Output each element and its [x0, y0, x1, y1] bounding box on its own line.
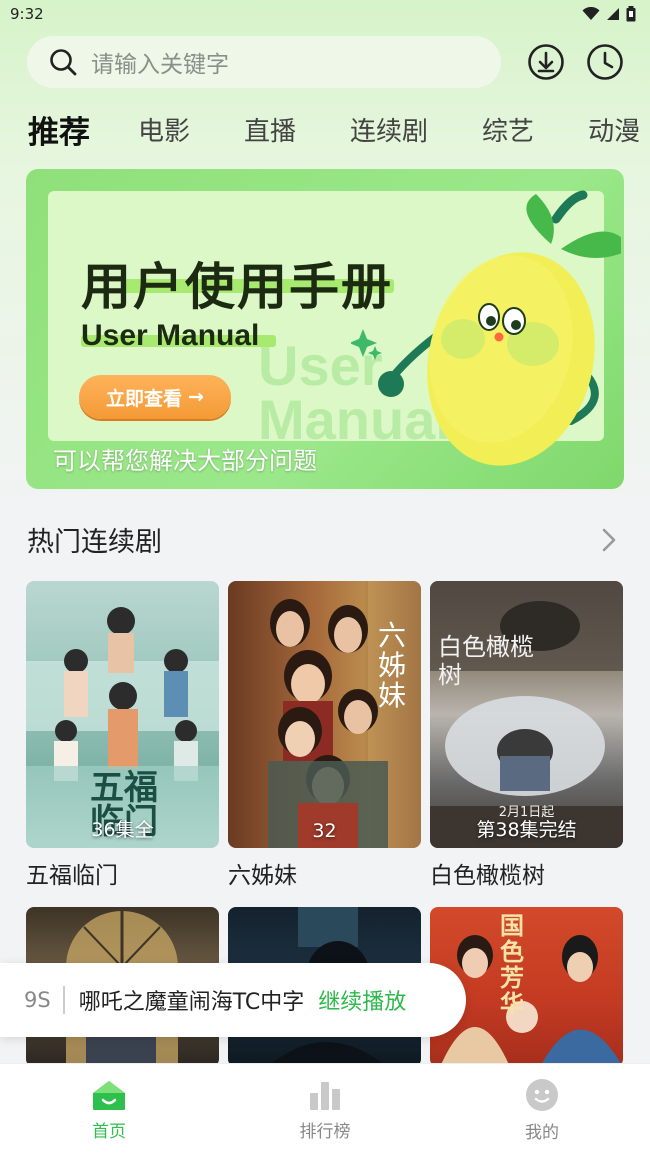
tab-recommend[interactable]: 推荐 [28, 107, 90, 152]
promo-banner[interactable]: User Manual 用户使用手册 User Manual 立即查看 → 可以… [26, 169, 624, 489]
clock-icon [587, 44, 623, 80]
download-button[interactable] [526, 42, 566, 82]
show-poster: 六姊妹 32 [228, 581, 421, 848]
view-now-label: 立即查看 [106, 387, 183, 410]
show-title: 五福临门 [26, 863, 118, 889]
episode-badge: 第38集完结 [476, 819, 577, 841]
divider [62, 986, 65, 1014]
category-tabs: 推荐 电影 直播 连续剧 综艺 动漫 [28, 104, 650, 154]
poster-title-art: 白色橄榄树 [438, 633, 534, 689]
nav-home-label: 首页 [92, 1121, 126, 1142]
bottom-nav: 首页 排行榜 我的 [0, 1063, 650, 1155]
status-icons [582, 6, 636, 22]
profile-icon [526, 1078, 558, 1111]
banner-caption: 可以帮您解决大部分问题 [53, 447, 317, 475]
status-bar: 9:32 [0, 0, 650, 28]
episode-badge: 32 [312, 820, 337, 842]
nav-ranking[interactable]: 排行榜 [265, 1064, 385, 1155]
continue-title: 哪吒之魔童闹海TC中字 [78, 990, 305, 1015]
show-title: 六姊妹 [228, 863, 297, 889]
poster-title-art: 国色芳华 [500, 911, 524, 1018]
show-title: 白色橄榄树 [430, 863, 545, 889]
wifi-icon [582, 7, 600, 20]
tab-anime[interactable]: 动漫 [588, 111, 640, 148]
download-icon [528, 44, 564, 80]
poster-title-art: 六姊妹 [378, 619, 407, 712]
status-time: 9:32 [10, 5, 44, 23]
banner-title: 用户使用手册 [81, 258, 393, 316]
nav-ranking-label: 排行榜 [299, 1121, 351, 1142]
section-more-button[interactable] [598, 526, 622, 558]
episode-badge: 36集全 [91, 819, 154, 841]
chevron-right-icon [602, 528, 616, 552]
show-poster: 白色橄榄树 2月1日起 第38集完结 [430, 581, 623, 848]
history-button[interactable] [585, 42, 625, 82]
banner-subtitle: User Manual [81, 319, 260, 352]
show-card[interactable]: 白色橄榄树 2月1日起 第38集完结 白色橄榄树 [430, 581, 623, 890]
lemon-mascot-icon [351, 190, 621, 466]
view-now-button[interactable]: 立即查看 → [79, 375, 231, 419]
continue-watching-bar[interactable]: 9S 哪吒之魔童闹海TC中字 继续播放 [0, 963, 466, 1037]
nav-profile[interactable]: 我的 [482, 1064, 602, 1155]
nav-profile-label: 我的 [525, 1122, 559, 1143]
nav-home[interactable]: 首页 [49, 1064, 169, 1155]
search-icon [50, 49, 77, 76]
tab-live[interactable]: 直播 [244, 111, 296, 148]
tab-movies[interactable]: 电影 [138, 111, 190, 148]
show-card[interactable]: 五福临门 36集全 五福临门 [26, 581, 219, 890]
home-icon [93, 1080, 125, 1110]
continue-prefix: 9S [24, 988, 51, 1012]
continue-play-button[interactable]: 继续播放 [318, 984, 406, 1016]
show-card[interactable]: 六姊妹 32 六姊妹 [228, 581, 421, 890]
chart-icon [310, 1081, 340, 1110]
search-input[interactable]: 请输入关键字 [27, 36, 501, 88]
battery-icon [626, 6, 636, 22]
tab-series[interactable]: 连续剧 [350, 111, 428, 148]
show-poster: 五福临门 36集全 [26, 581, 219, 848]
section-title: 热门连续剧 [27, 527, 162, 558]
tab-variety[interactable]: 综艺 [482, 111, 534, 148]
arrow-right-icon: → [188, 386, 204, 408]
search-placeholder: 请输入关键字 [91, 52, 229, 78]
signal-icon [607, 8, 619, 20]
